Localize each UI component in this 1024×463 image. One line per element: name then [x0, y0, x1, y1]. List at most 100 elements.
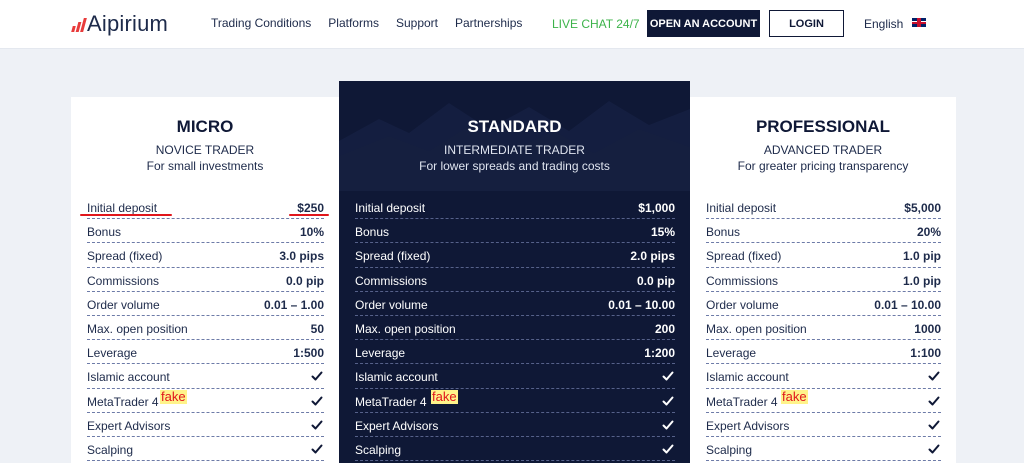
feature-label: Spread (fixed): [355, 249, 431, 264]
brand-logo[interactable]: Aipirium: [71, 11, 169, 37]
language-selector[interactable]: English: [864, 17, 903, 31]
check-icon: [662, 396, 674, 405]
feature-label: Expert Advisors: [355, 418, 439, 433]
feature-row: Order volume 0.01 – 1.00: [87, 292, 324, 316]
feature-label: Bonus: [706, 225, 741, 240]
feature-label: Initial deposit: [87, 201, 158, 215]
uk-flag-icon[interactable]: [912, 18, 926, 27]
nav-partnerships[interactable]: Partnerships: [455, 16, 522, 30]
feature-row: Max. open position 200: [355, 316, 675, 341]
feature-value: 15%: [650, 225, 675, 240]
feature-label: Initial deposit: [355, 201, 426, 215]
feature-row: Islamic account: [355, 364, 675, 389]
feature-row: Scalping: [355, 437, 675, 462]
plan-card-micro: MICRO NOVICE TRADER For small investment…: [71, 97, 339, 463]
highlight-underline: [80, 214, 172, 216]
feature-row: Expert Advisors: [355, 413, 675, 437]
check-icon: [311, 444, 323, 454]
plan-level: INTERMEDIATE TRADER: [444, 143, 585, 157]
feature-row: Expert Advisors: [706, 413, 941, 437]
feature-row: Scalping: [87, 437, 324, 462]
feature-value: 2.0 pips: [630, 249, 675, 264]
nav-platforms[interactable]: Platforms: [328, 16, 379, 30]
feature-row: Commissions 0.0 pip: [87, 268, 324, 292]
feature-value: 20%: [916, 225, 941, 240]
plan-features: Initial deposit $5,000 Bonus 20% Spread (fix…: [706, 195, 941, 462]
feature-label: Commissions: [706, 273, 779, 288]
feature-label: Scalping: [87, 442, 134, 457]
feature-row: Initial deposit $5,000: [706, 195, 941, 220]
feature-label: Leverage: [706, 346, 757, 361]
feature-label: Expert Advisors: [87, 418, 171, 433]
feature-row: Spread (fixed) 3.0 pips: [87, 243, 324, 268]
feature-label: Leverage: [355, 346, 406, 361]
feature-row: Commissions 1.0 pip: [706, 268, 941, 292]
live-chat-link[interactable]: LIVE CHAT 24/7: [552, 17, 640, 31]
feature-value: $5,000: [904, 201, 941, 215]
feature-value: 50: [310, 321, 324, 336]
open-account-button[interactable]: OPEN AN ACCOUNT: [647, 10, 760, 37]
feature-value: $1,000: [638, 201, 675, 215]
feature-label: Islamic account: [355, 370, 438, 385]
login-button[interactable]: LOGIN: [769, 10, 844, 37]
feature-row: Initial deposit $1,000: [355, 195, 675, 220]
plan-card-standard: STANDARD INTERMEDIATE TRADER For lower s…: [339, 81, 690, 463]
nav-support[interactable]: Support: [396, 16, 438, 30]
fake-annotation: fake: [781, 388, 808, 404]
nav-trading-conditions[interactable]: Trading Conditions: [211, 16, 311, 30]
feature-row: Bonus 15%: [355, 219, 675, 244]
feature-row: Bonus 20%: [706, 219, 941, 244]
plan-level: ADVANCED TRADER: [763, 143, 883, 157]
plan-description: For small investments: [146, 159, 264, 173]
check-icon: [928, 444, 940, 454]
feature-value: 1.0 pip: [902, 249, 941, 264]
feature-label: Order volume: [355, 297, 428, 312]
feature-label: Order volume: [706, 297, 779, 312]
feature-row: Expert Advisors: [87, 413, 324, 437]
feature-label: MetaTrader 4: [87, 394, 159, 409]
plan-name: PROFESSIONAL: [755, 117, 891, 136]
feature-row: Islamic account: [87, 364, 324, 389]
logo-bars-icon: [71, 16, 87, 32]
check-icon: [311, 371, 323, 381]
feature-row: MetaTrader 4 fake: [87, 389, 324, 413]
fake-annotation: fake: [431, 388, 458, 404]
feature-label: Bonus: [355, 225, 390, 240]
plan-name: STANDARD: [467, 117, 562, 136]
check-icon: [928, 420, 940, 430]
plan-card-professional: PROFESSIONAL ADVANCED TRADER For greater…: [690, 97, 956, 463]
check-icon: [928, 396, 940, 405]
check-icon: [311, 396, 323, 405]
feature-label: Max. open position: [355, 321, 456, 336]
brand-name: Aipirium: [87, 11, 169, 36]
feature-row: Max. open position 50: [87, 316, 324, 341]
feature-label: Scalping: [706, 442, 753, 457]
feature-row: MetaTrader 4 fake: [355, 389, 675, 413]
feature-label: Scalping: [355, 442, 402, 457]
feature-row: Order volume 0.01 – 10.00: [706, 292, 941, 316]
feature-label: Islamic account: [87, 370, 170, 385]
feature-value: 10%: [299, 225, 324, 240]
check-icon: [662, 371, 674, 381]
feature-value: 1:200: [644, 346, 675, 361]
feature-label: Bonus: [87, 225, 122, 240]
plan-description: For lower spreads and trading costs: [419, 159, 610, 173]
site-header: Aipirium Trading Conditions Platforms Su…: [0, 0, 1024, 49]
plan-features: Initial deposit $250 Bonus 10% Spread (fixed…: [87, 195, 324, 462]
feature-row: Scalping: [706, 437, 941, 462]
feature-value: 0.01 – 10.00: [608, 297, 675, 312]
feature-label: Commissions: [87, 273, 160, 288]
plan-features: Initial deposit $1,000 Bonus 15% Spread (fix…: [355, 195, 675, 462]
feature-value: 1:500: [293, 346, 324, 361]
feature-value: 200: [654, 321, 675, 336]
feature-label: Leverage: [87, 346, 138, 361]
feature-label: Spread (fixed): [87, 249, 163, 264]
check-icon: [928, 371, 940, 381]
feature-row: Spread (fixed) 1.0 pip: [706, 243, 941, 268]
plan-level: NOVICE TRADER: [155, 143, 255, 157]
feature-row: Leverage 1:100: [706, 340, 941, 365]
plan-description: For greater pricing transparency: [737, 159, 909, 173]
feature-label: Expert Advisors: [706, 418, 790, 433]
feature-row: Commissions 0.0 pip: [355, 268, 675, 292]
feature-label: MetaTrader 4: [355, 394, 427, 409]
